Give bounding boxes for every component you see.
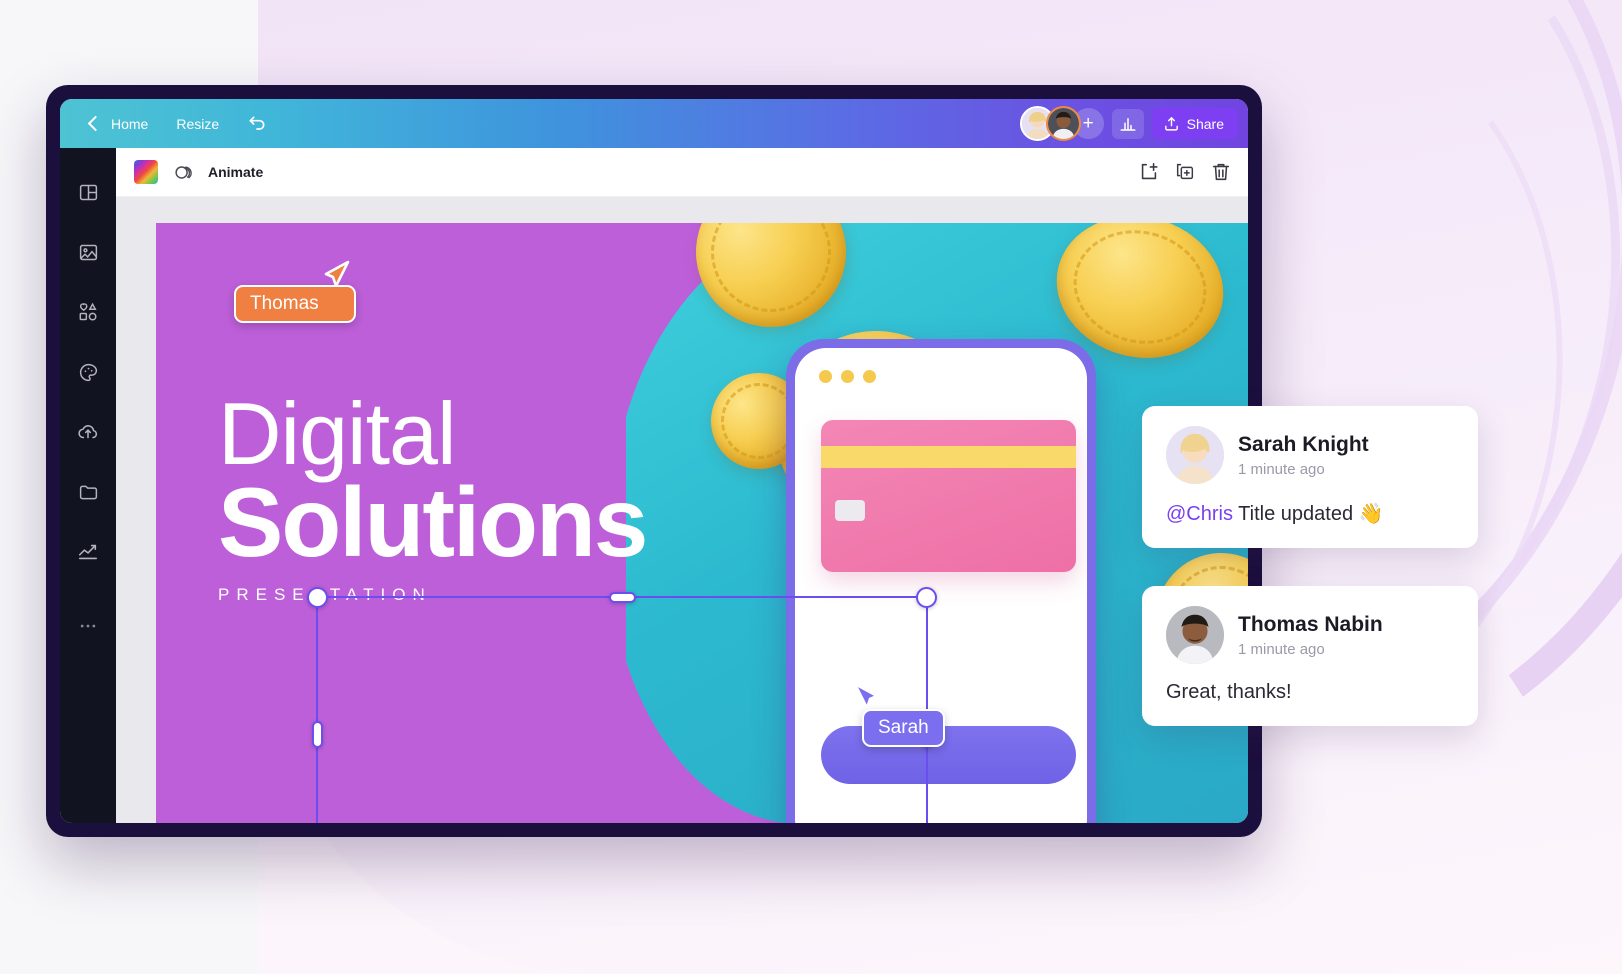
- transparency-icon[interactable]: [172, 161, 194, 183]
- comment-timestamp: 1 minute ago: [1238, 640, 1325, 658]
- sidebar-item-projects[interactable]: [66, 462, 110, 522]
- share-button[interactable]: Share: [1151, 108, 1238, 139]
- animate-button[interactable]: Animate: [208, 164, 263, 180]
- home-button-label: Home: [111, 115, 149, 132]
- share-button-label: Share: [1186, 115, 1224, 132]
- styles-palette-icon: [79, 363, 97, 381]
- credit-card-graphic: [821, 420, 1076, 572]
- resize-handle-left[interactable]: [312, 720, 323, 748]
- comment-text: Great, thanks!: [1166, 681, 1292, 703]
- sidebar-item-uploads[interactable]: [66, 402, 110, 462]
- resize-button-label: Resize: [176, 115, 220, 132]
- upload-icon: [1164, 117, 1178, 131]
- window-dots: [819, 370, 876, 383]
- resize-handle-top-right[interactable]: [916, 587, 937, 608]
- comment-text: @Chris Title updated 👋: [1166, 501, 1454, 526]
- templates-icon: [79, 184, 97, 200]
- comment-header: Sarah Knight 1 minute ago: [1166, 426, 1454, 484]
- card-chip: [835, 500, 865, 521]
- bar-chart-icon: [1120, 117, 1136, 131]
- slide-title-line1: Digital: [218, 384, 457, 483]
- slide-design[interactable]: Digital Solutions PRESENTATION: [156, 223, 1248, 823]
- comment-header: Thomas Nabin 1 minute ago: [1166, 606, 1454, 664]
- avatar-thomas-image: [1047, 108, 1079, 139]
- comment-author-name: Sarah Knight: [1238, 433, 1369, 457]
- avatar-sarah-image: [1166, 426, 1224, 484]
- undo-icon: [249, 116, 265, 130]
- home-button[interactable]: Home: [78, 110, 160, 138]
- slide-title-line2: Solutions: [218, 467, 648, 578]
- chevron-left-icon: [87, 115, 104, 132]
- collaborator-avatars: +: [1019, 106, 1104, 141]
- comment-body-text: Title updated 👋: [1232, 503, 1384, 525]
- comment-mention[interactable]: @Chris: [1166, 503, 1233, 525]
- app-window: Home Resize + Share Animate Digital Solu…: [60, 99, 1248, 823]
- comment-card[interactable]: Sarah Knight 1 minute ago @Chris Title u…: [1142, 406, 1478, 548]
- add-page-icon[interactable]: [1138, 161, 1160, 183]
- analytics-button[interactable]: [1111, 108, 1144, 139]
- charts-trend-icon: [78, 544, 98, 560]
- card-magnetic-stripe: [821, 446, 1076, 468]
- uploads-cloud-icon: [78, 425, 98, 439]
- slide-text-block[interactable]: Digital Solutions PRESENTATION: [218, 384, 838, 605]
- sidebar-item-charts[interactable]: [66, 522, 110, 582]
- resize-button[interactable]: Resize: [164, 110, 231, 138]
- sidebar-item-styles[interactable]: [66, 342, 110, 402]
- comment-author-name: Thomas Nabin: [1238, 613, 1383, 637]
- photos-icon: [79, 244, 97, 260]
- avatar: [1166, 606, 1224, 664]
- trash-icon[interactable]: [1210, 161, 1232, 183]
- projects-folder-icon: [79, 485, 97, 499]
- screenshot-stage: Home Resize + Share Animate Digital Solu…: [0, 0, 1622, 974]
- color-swatch[interactable]: [134, 160, 158, 184]
- laptop-frame: Home Resize + Share Animate Digital Solu…: [46, 85, 1262, 837]
- sidebar-item-templates[interactable]: [66, 162, 110, 222]
- canvas-area[interactable]: Digital Solutions PRESENTATION: [116, 197, 1248, 823]
- avatar: [1166, 426, 1224, 484]
- comment-card[interactable]: Thomas Nabin 1 minute ago Great, thanks!: [1142, 586, 1478, 726]
- more-dots-icon: [80, 624, 96, 628]
- app-top-bar: Home Resize + Share: [60, 99, 1248, 148]
- elements-icon: [79, 302, 97, 321]
- phone-cta-button: [821, 726, 1076, 784]
- window-dot: [863, 370, 876, 383]
- window-dot: [841, 370, 854, 383]
- editor-pane: Animate Digital Solutions Thomas Sarah: [116, 148, 1248, 823]
- sidebar-item-elements[interactable]: [66, 282, 110, 342]
- duplicate-page-icon[interactable]: [1174, 161, 1196, 183]
- left-sidebar: [60, 148, 116, 823]
- sidebar-item-more[interactable]: [66, 596, 110, 656]
- undo-button[interactable]: [235, 108, 279, 140]
- context-toolbar: Animate: [116, 148, 1248, 197]
- window-dot: [819, 370, 832, 383]
- avatar-thomas-image: [1166, 606, 1224, 664]
- sidebar-item-photos[interactable]: [66, 222, 110, 282]
- app-body: Animate Digital Solutions Thomas Sarah: [60, 148, 1248, 823]
- resize-handle-top-left[interactable]: [307, 587, 328, 608]
- comment-timestamp: 1 minute ago: [1238, 460, 1325, 478]
- avatar[interactable]: [1045, 106, 1081, 141]
- resize-handle-top[interactable]: [609, 592, 636, 603]
- resize-handle-right[interactable]: [921, 720, 932, 748]
- phone-screen: [795, 348, 1087, 823]
